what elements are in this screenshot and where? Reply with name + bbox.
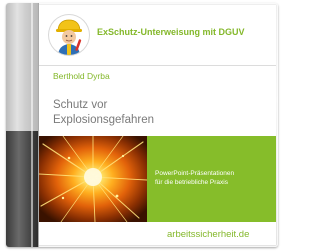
safety-worker-mascot-icon xyxy=(49,15,89,55)
cd-cover: ExSchutz-Unterweisung mit DGUV Berthold … xyxy=(39,5,276,245)
panel-text: PowerPoint-Präsentationen für die betrie… xyxy=(155,170,273,187)
website-text: arbeitssicherheit.de xyxy=(167,229,250,240)
panel-text-line-2: für die betriebliche Praxis xyxy=(155,178,228,186)
product-image: ExSchutz-Unterweisung mit DGUV Berthold … xyxy=(0,0,284,251)
explosion-burst-image xyxy=(39,136,147,222)
cd-jewel-case: ExSchutz-Unterweisung mit DGUV Berthold … xyxy=(6,3,278,247)
header-divider xyxy=(39,65,276,66)
case-hinge-highlight xyxy=(31,3,33,247)
case-spine-dark-section xyxy=(6,131,38,247)
panel-text-line-1: PowerPoint-Präsentationen xyxy=(155,170,235,177)
series-title: ExSchutz-Unterweisung mit DGUV xyxy=(97,27,245,37)
subtitle-panel: PowerPoint-Präsentationen für die betrie… xyxy=(147,136,276,222)
cover-title-line-2: Explosionsgefahren xyxy=(53,114,155,126)
author-name: Berthold Dyrba xyxy=(53,71,110,81)
cover-title: Schutz vor Explosionsgefahren xyxy=(53,98,253,128)
cover-title-line-1: Schutz vor xyxy=(53,99,108,111)
